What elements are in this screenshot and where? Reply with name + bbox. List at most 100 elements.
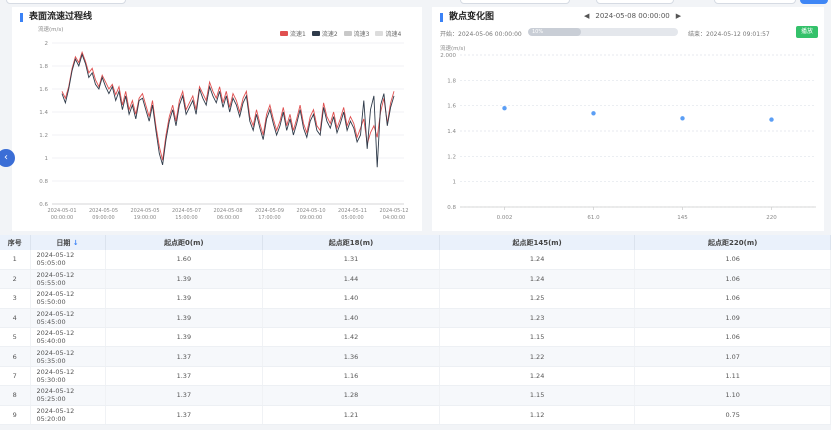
x-tick-time: 09:00:00 [92, 215, 114, 221]
x-tick-date: 2024-05-09 [255, 208, 284, 214]
series-line-1 [61, 50, 395, 161]
table-cell: 1.10 [634, 385, 831, 406]
table-cell: 2024-05-12 05:30:00 [30, 366, 106, 387]
table-row[interactable]: 4 2024-05-12 05:45:00 1.39 1.40 1.23 1.09 [0, 308, 831, 329]
table-cell: 1.36 [262, 346, 440, 367]
toolbar-field[interactable] [596, 0, 674, 4]
x-tick-time: 09:00:00 [300, 215, 322, 221]
sort-down-icon[interactable]: ↓ [70, 239, 79, 247]
scatter-point[interactable] [769, 117, 774, 122]
flow-velocity-line-chart: 流速(m/s) 21.81.61.41.210.80.6 2024-05-010… [38, 25, 409, 221]
table-cell: 4 [0, 308, 31, 329]
table-cell: 1.40 [262, 308, 440, 329]
table-cell: 7 [0, 366, 31, 387]
table-cell: 5 [0, 327, 31, 348]
y-tick-label: 1.8 [39, 64, 48, 70]
scatter-chart: 流速(m/s) 2.000 1.8 1.6 1.4 1.2 1 0.8 0.002 61.0 1… [440, 44, 816, 221]
y-tick-label: 0.8 [447, 205, 456, 211]
table-cell: 2024-05-12 05:35:00 [30, 346, 106, 367]
scatter-point[interactable] [502, 106, 507, 111]
table-cell: 1.24 [439, 269, 636, 290]
table-cell: 1.40 [262, 288, 440, 309]
table-cell: 1.16 [262, 366, 440, 387]
table-cell: 1.09 [634, 308, 831, 329]
chevron-left-icon: ‹ [4, 152, 8, 163]
toolbar-field[interactable] [6, 0, 126, 4]
table-cell: 1.25 [439, 288, 636, 309]
table-cell: 1.39 [105, 269, 264, 290]
table-row[interactable]: 9 2024-05-12 05:20:00 1.37 1.21 1.12 0.75 [0, 405, 831, 426]
col-header-dist-220: 起点距220(m) [634, 235, 831, 250]
x-tick-time: 17:00:00 [258, 215, 280, 221]
x-tick-date: 2024-05-10 [296, 208, 325, 214]
table-row[interactable]: 1 2024-05-12 05:05:00 1.60 1.31 1.24 1.06 [0, 250, 831, 270]
x-tick-label: 220 [766, 215, 777, 221]
y-tick-label: 1.4 [39, 110, 48, 116]
table-cell: 9 [0, 405, 31, 426]
scatter-point[interactable] [680, 116, 685, 121]
table-cell: 3 [0, 288, 31, 309]
table-cell: 2024-05-12 05:20:00 [30, 405, 106, 426]
table-cell: 1.31 [262, 250, 440, 270]
x-tick-date: 2024-05-05 [130, 208, 159, 214]
y-tick-label: 1.4 [447, 129, 456, 135]
table-row[interactable]: 3 2024-05-12 05:50:00 1.39 1.40 1.25 1.06 [0, 288, 831, 309]
x-tick-time: 04:00:00 [383, 215, 405, 221]
x-tick-date: 2024-05-11 [338, 208, 367, 214]
table-cell: 1.06 [634, 288, 831, 309]
table-cell: 2024-05-12 05:55:00 [30, 269, 106, 290]
table-row[interactable]: 5 2024-05-12 05:40:00 1.39 1.42 1.15 1.06 [0, 327, 831, 348]
col-header-date[interactable]: 日期 ↓ [30, 235, 106, 250]
table-header-row: 序号 日期 ↓ 起点距0(m) 起点距18(m) 起点距145(m) 起点距22… [0, 235, 831, 250]
table-cell: 1.07 [634, 346, 831, 367]
y-tick-label: 2.000 [440, 53, 456, 59]
y-tick-label: 1.8 [447, 78, 456, 84]
table-cell: 0.75 [634, 405, 831, 426]
table-cell: 1.21 [262, 405, 440, 426]
col-header-label: 日期 [56, 238, 71, 247]
x-tick-date: 2024-05-08 [213, 208, 242, 214]
x-tick-time: 00:00:00 [51, 215, 73, 221]
table-row[interactable]: 2 2024-05-12 05:55:00 1.39 1.44 1.24 1.06 [0, 269, 831, 290]
y-tick-label: 1.6 [447, 104, 456, 110]
table-cell: 1.06 [634, 269, 831, 290]
y-tick-label: 1.2 [447, 154, 456, 160]
table-row[interactable]: 8 2024-05-12 05:25:00 1.37 1.28 1.15 1.10 [0, 385, 831, 406]
toolbar-field[interactable] [460, 0, 570, 4]
x-tick-date: 2024-05-12 [379, 208, 408, 214]
table-cell: 1.39 [105, 327, 264, 348]
x-tick-time: 05:00:00 [341, 215, 363, 221]
table-cell: 1.06 [634, 327, 831, 348]
table-cell: 2024-05-12 05:40:00 [30, 327, 106, 348]
velocity-data-table: 序号 日期 ↓ 起点距0(m) 起点距18(m) 起点距145(m) 起点距22… [0, 235, 831, 426]
table-cell: 1.37 [105, 385, 264, 406]
flow-velocity-panel: 表面流速过程线 流速1 流速2 流速3 流速4 流速(m/s) 2 1.8 1.6 1… [12, 7, 422, 231]
table-cell: 1.15 [439, 385, 636, 406]
col-header-dist-0: 起点距0(m) [105, 235, 264, 250]
table-cell: 2024-05-12 05:05:00 [30, 250, 106, 270]
table-cell: 1 [0, 250, 31, 270]
table-cell: 1.37 [105, 366, 264, 387]
top-toolbar-strip [0, 0, 831, 7]
table-cell: 1.24 [439, 250, 636, 270]
table-row[interactable]: 7 2024-05-12 05:30:00 1.37 1.16 1.24 1.11 [0, 366, 831, 387]
table-cell: 1.12 [439, 405, 636, 426]
toolbar-field[interactable] [714, 0, 796, 4]
y-tick-label: 1 [453, 180, 457, 186]
table-cell: 1.24 [439, 366, 636, 387]
table-cell: 1.11 [634, 366, 831, 387]
table-cell: 1.22 [439, 346, 636, 367]
scatter-point[interactable] [591, 111, 596, 116]
y-axis-label: 流速(m/s) [38, 25, 63, 33]
table-cell: 1.39 [105, 288, 264, 309]
toolbar-button[interactable] [800, 0, 828, 4]
x-tick-time: 19:00:00 [134, 215, 156, 221]
col-header-index: 序号 [0, 235, 31, 250]
table-cell: 6 [0, 346, 31, 367]
y-axis-label: 流速(m/s) [440, 44, 465, 52]
x-tick-date: 2024-05-07 [172, 208, 201, 214]
table-cell: 1.28 [262, 385, 440, 406]
table-row[interactable]: 6 2024-05-12 05:35:00 1.37 1.36 1.22 1.07 [0, 346, 831, 367]
table-cell: 2024-05-12 05:50:00 [30, 288, 106, 309]
table-cell: 2024-05-12 05:45:00 [30, 308, 106, 329]
